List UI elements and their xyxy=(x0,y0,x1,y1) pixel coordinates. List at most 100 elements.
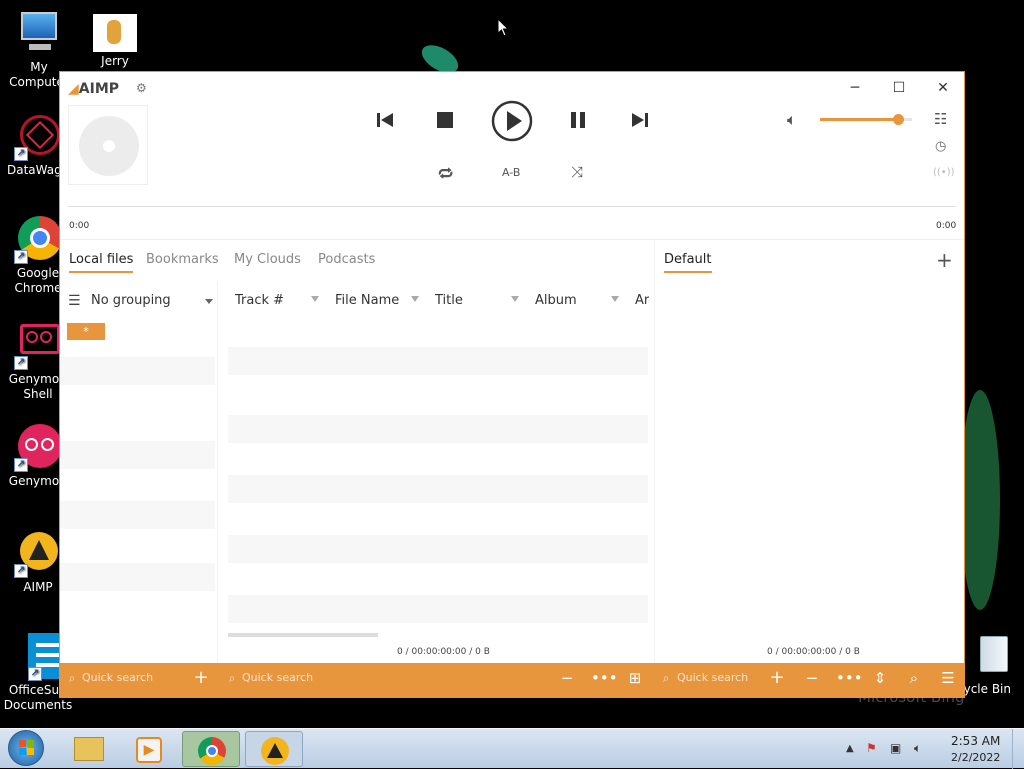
volume-knob[interactable] xyxy=(893,114,905,125)
library-status: 0 / 00:00:00:00 / 0 B xyxy=(397,647,490,657)
network-icon[interactable]: ▣ xyxy=(890,741,901,755)
column-track-number[interactable]: Track # xyxy=(235,293,284,308)
scheduler-clock-icon[interactable]: ◷ xyxy=(935,139,946,154)
chrome-icon: ↗ xyxy=(14,216,62,264)
action-center-flag-icon[interactable]: ⚑ xyxy=(866,741,877,755)
tab-bookmarks[interactable]: Bookmarks xyxy=(146,252,219,267)
show-hidden-icons-button[interactable]: ▲ xyxy=(846,743,854,754)
filter-icon[interactable] xyxy=(311,296,319,302)
wallpaper-leaf xyxy=(960,390,1000,610)
tab-local-files[interactable]: Local files xyxy=(69,252,134,273)
album-art xyxy=(68,105,148,185)
taskbar-aimp[interactable] xyxy=(245,731,303,767)
repeat-icon[interactable]: 🔁︎ xyxy=(438,163,453,185)
folder-icon xyxy=(74,737,104,761)
remove-files-button[interactable]: − xyxy=(802,669,822,687)
quick-search-input-library[interactable]: Quick search xyxy=(242,671,313,684)
minimize-button[interactable]: ─ xyxy=(840,78,870,98)
taskbar-media-player[interactable]: ▶ xyxy=(120,731,178,767)
close-button[interactable]: ✕ xyxy=(928,78,958,98)
clock-date[interactable]: 2/2/2022 xyxy=(951,751,1000,764)
tab-playlist-default[interactable]: Default xyxy=(664,252,712,273)
aimp-window: ◢AIMP ⚙ ─ ☐ ✕ 🔁︎ A-B ⤨ 🔈︎ ☷ ◷ ((•)) 0:00… xyxy=(59,71,965,698)
media-player-icon: ▶ xyxy=(136,737,162,763)
disc-icon xyxy=(79,116,139,176)
aimp-icon xyxy=(261,737,289,765)
seek-bar[interactable] xyxy=(68,206,956,207)
playlist-more-button[interactable]: ••• xyxy=(836,669,863,687)
tab-podcasts[interactable]: Podcasts xyxy=(318,252,375,267)
officesuite-icon: ↗ xyxy=(14,633,68,681)
genymotion-icon: ↗ xyxy=(14,424,62,472)
taskbar-explorer[interactable] xyxy=(60,731,118,767)
stop-button[interactable] xyxy=(437,112,453,128)
add-folder-button[interactable]: + xyxy=(191,667,211,688)
search-icon: ⌕ xyxy=(228,671,236,685)
filter-icon[interactable] xyxy=(611,296,619,302)
play-button[interactable] xyxy=(491,100,533,142)
windows-logo-icon xyxy=(8,730,44,766)
column-divider xyxy=(217,282,218,662)
shortcut-arrow-icon: ↗ xyxy=(14,564,28,578)
shortcut-arrow-icon: ↗ xyxy=(14,458,28,472)
hamburger-menu-icon[interactable]: ☰ xyxy=(938,669,958,687)
quick-search-input-playlist[interactable]: Quick search xyxy=(677,671,748,684)
volume-slider[interactable] xyxy=(820,114,912,125)
aimp-icon: ↗ xyxy=(14,530,62,578)
time-elapsed: 0:00 xyxy=(69,221,90,231)
ab-repeat-button[interactable]: A-B xyxy=(502,166,520,179)
more-options-button[interactable]: ••• xyxy=(591,669,618,687)
volume-fill xyxy=(820,118,899,121)
tab-my-clouds[interactable]: My Clouds xyxy=(234,252,301,267)
maximize-button[interactable]: ☐ xyxy=(884,78,914,98)
taskbar: ▶ ▲ ⚑ ▣ 🔈︎ 2:53 AM 2/2/2022 xyxy=(0,728,1024,769)
remove-button[interactable]: − xyxy=(557,669,577,687)
playlist-status: 0 / 00:00:00:00 / 0 B xyxy=(767,647,860,657)
search-icon: ⌕ xyxy=(68,671,76,685)
grouping-select[interactable]: No grouping xyxy=(91,293,171,308)
filter-icon[interactable] xyxy=(511,296,519,302)
clock-time[interactable]: 2:53 AM xyxy=(951,734,1000,748)
desktop-icon-label: cycle Bin xyxy=(957,682,1011,696)
volume-speaker-icon[interactable]: 🔈︎ xyxy=(787,110,797,130)
column-album[interactable]: Album xyxy=(535,293,577,308)
chrome-icon xyxy=(198,737,226,765)
add-playlist-button[interactable]: + xyxy=(936,248,953,272)
search-icon: ⌕ xyxy=(662,671,670,685)
desktop-icon-label: Jerry xyxy=(101,54,129,68)
desktop: My Computer Jerry ↗ DataWago ↗ Google Ch… xyxy=(0,0,1024,728)
jerry-icon xyxy=(93,14,137,52)
datawago-icon: ↗ xyxy=(14,113,62,161)
add-files-button[interactable]: + xyxy=(767,667,787,688)
shuffle-icon[interactable]: ⤨ xyxy=(571,163,583,181)
show-desktop-button[interactable] xyxy=(1012,729,1024,769)
desktop-icon-jerry[interactable]: Jerry xyxy=(75,14,155,69)
computer-icon xyxy=(15,10,63,58)
aimp-logo[interactable]: ◢AIMP xyxy=(68,81,119,97)
shortcut-arrow-icon: ↗ xyxy=(14,250,28,264)
volume-tray-icon[interactable]: 🔈︎ xyxy=(914,741,921,756)
panel-divider xyxy=(654,240,655,662)
radio-broadcast-icon[interactable]: ((•)) xyxy=(933,167,955,178)
taskbar-chrome[interactable] xyxy=(182,731,240,767)
equalizer-icon[interactable]: ☷ xyxy=(934,110,947,128)
bottom-toolbar: ⌕ Quick search + ⌕ Quick search − ••• ⊞ … xyxy=(60,663,964,698)
settings-gear-icon[interactable]: ⚙ xyxy=(136,81,147,95)
sort-icon[interactable]: ⇕ xyxy=(870,669,890,687)
column-file-name[interactable]: File Name xyxy=(335,293,399,308)
start-button[interactable] xyxy=(4,729,48,769)
grouping-menu-icon[interactable]: ☰ xyxy=(68,293,81,309)
playlist-search-icon[interactable]: ⌕ xyxy=(904,669,924,687)
genymotion-shell-icon: ↗ xyxy=(14,322,62,370)
quick-search-input-groups[interactable]: Quick search xyxy=(82,671,153,684)
column-artist[interactable]: Ar xyxy=(635,293,649,308)
recycle-bin-icon xyxy=(960,632,1008,680)
pause-button[interactable] xyxy=(570,112,586,128)
previous-track-button[interactable] xyxy=(376,112,394,128)
grid-view-icon[interactable]: ⊞ xyxy=(625,669,645,687)
filter-icon[interactable] xyxy=(411,296,419,302)
column-title[interactable]: Title xyxy=(435,293,463,308)
grouping-dropdown-icon[interactable] xyxy=(205,299,213,304)
next-track-button[interactable] xyxy=(631,112,649,128)
horizontal-scrollbar[interactable] xyxy=(228,633,378,637)
